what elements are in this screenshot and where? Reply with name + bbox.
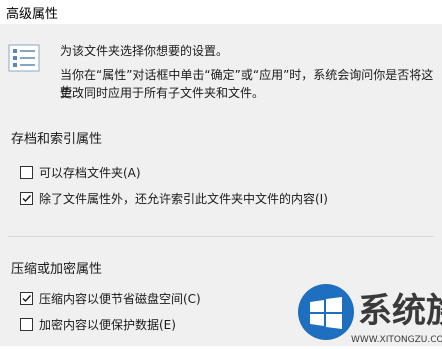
archive-folder-label[interactable]: 可以存档文件夹(A) [39, 164, 141, 181]
brand-url: WWW.XITONGZU.COM [351, 335, 442, 345]
windows-logo-icon: 系统族 WWW.XITONGZU.COM [298, 284, 442, 345]
group-divider [8, 236, 434, 237]
index-contents-checkbox[interactable] [20, 191, 33, 205]
compress-label[interactable]: 压缩内容以便节省磁盘空间(C) [39, 290, 201, 307]
archive-folder-checkbox[interactable] [20, 165, 33, 179]
encrypt-checkbox-row[interactable]: 加密内容以便保护数据(E) [20, 316, 176, 332]
dialog-title: 高级属性 [6, 7, 59, 22]
checkmark-icon [22, 194, 32, 202]
archive-folder-checkbox-row[interactable]: 可以存档文件夹(A) [20, 164, 141, 180]
encrypt-label[interactable]: 加密内容以便保护数据(E) [39, 316, 176, 333]
compress-checkbox-row[interactable]: 压缩内容以便节省磁盘空间(C) [20, 290, 201, 306]
intro-text-line1: 为该文件夹选择你想要的设置。 [60, 44, 229, 58]
compress-checkbox[interactable] [20, 291, 33, 305]
archive-group-label: 存档和索引属性 [11, 132, 103, 147]
watermark-logo: 系统族 WWW.XITONGZU.COM [296, 272, 442, 346]
brand-text: 系统族 [358, 291, 442, 331]
encrypt-checkbox[interactable] [20, 317, 33, 331]
compress-group-label: 压缩或加密属性 [11, 262, 103, 277]
settings-list-icon [8, 44, 40, 72]
intro-text-line3: 更改同时应用于所有子文件夹和文件。 [60, 86, 265, 100]
checkmark-icon [22, 294, 32, 302]
title-bar: 高级属性 [0, 0, 442, 24]
archive-index-group: 存档和索引属性 可以存档文件夹(A) 除了文件属性外，还允许索引此文件夹中文件的… [8, 128, 434, 238]
index-contents-label[interactable]: 除了文件属性外，还允许索引此文件夹中文件的内容(I) [39, 190, 328, 207]
index-contents-checkbox-row[interactable]: 除了文件属性外，还允许索引此文件夹中文件的内容(I) [20, 190, 328, 206]
